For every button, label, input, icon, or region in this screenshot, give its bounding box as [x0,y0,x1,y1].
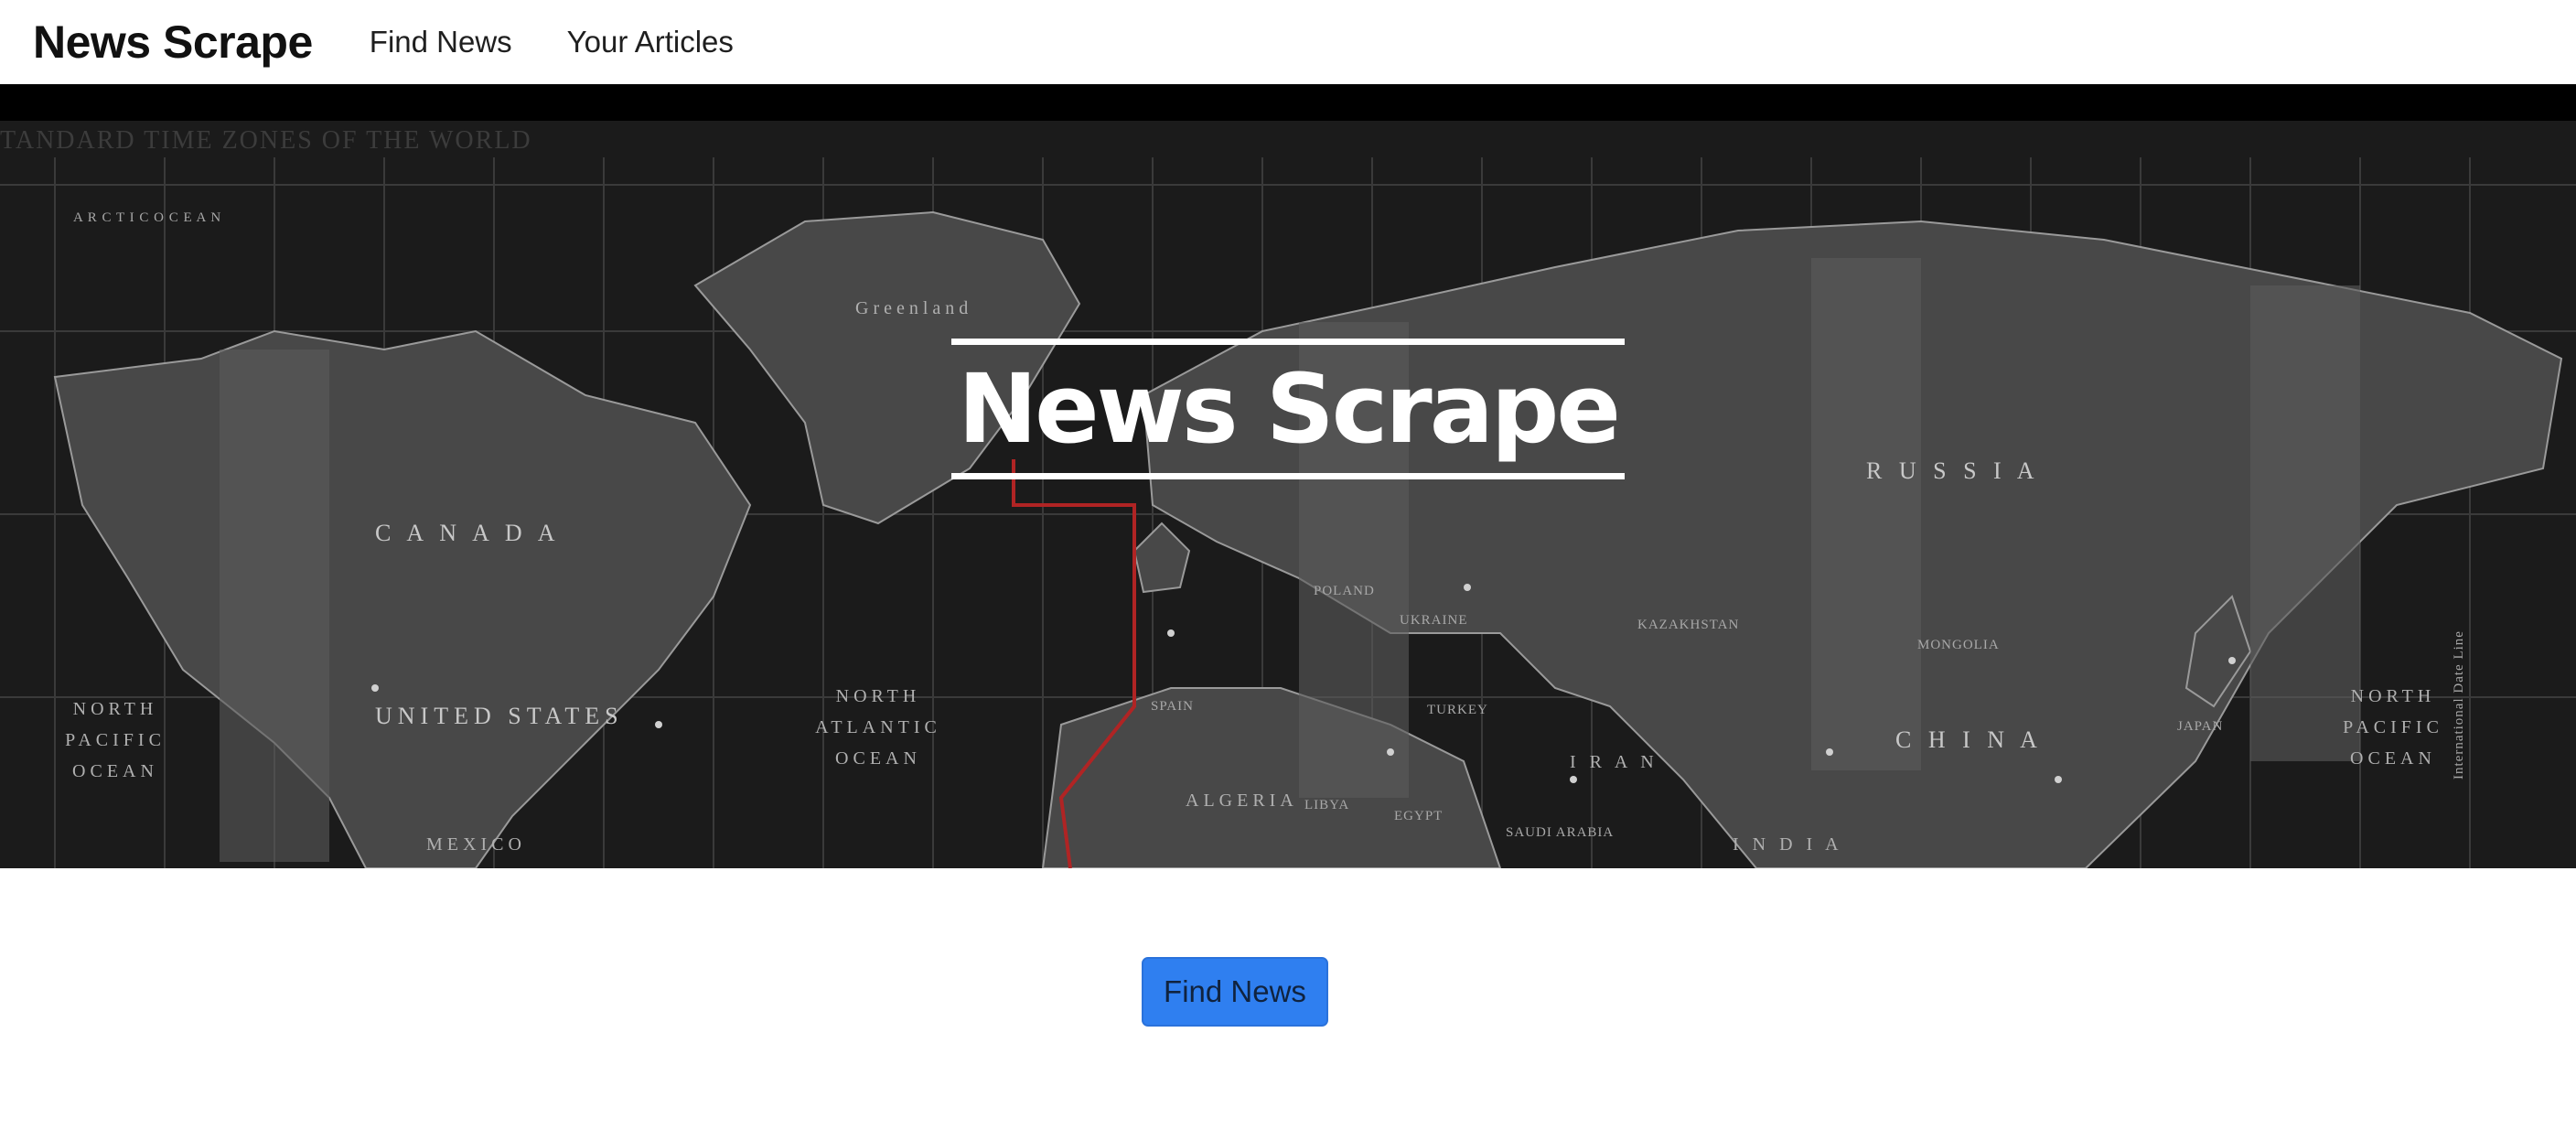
map-label-north-atlantic: NORTH ATLANTIC OCEAN [815,686,941,769]
map-label-egypt: EGYPT [1394,809,1444,823]
map-label-iran: I R A N [1570,752,1658,772]
map-label-north-pacific-right: NORTH PACIFIC OCEAN [2343,686,2443,769]
map-label-canada: C A N A D A [375,520,561,546]
map-label-united-states: UNITED STATES [375,703,624,729]
map-label-japan: JAPAN [2177,719,2224,734]
nav-link-find-news[interactable]: Find News [370,25,512,59]
map-label-greenland: Greenland [855,298,973,318]
navbar: News Scrape Find News Your Articles [0,0,2576,84]
map-label-mexico: MEXICO [426,834,526,855]
map-label-kazakhstan: KAZAKHSTAN [1637,618,1740,632]
hero-title: News Scrape [958,353,1621,465]
map-label-russia: R U S S I A [1866,457,2040,484]
map-label-india: I N D I A [1733,834,1843,855]
hero-top-strip [0,84,2576,121]
map-label-arctic-ocean: A R C T I C O C E A N [73,210,222,225]
map-label-poland: POLAND [1314,584,1375,598]
map-label-international-date-line: International Date Line [2452,630,2466,780]
map-label-north-pacific-left: NORTH PACIFIC OCEAN [65,699,166,781]
map-label-mongolia: MONGOLIA [1917,638,2000,652]
world-map-image [0,121,2576,868]
map-label-saudi-arabia: SAUDI ARABIA [1506,825,1615,840]
map-label-turkey: TURKEY [1427,703,1488,717]
map-label-algeria: ALGERIA [1186,790,1298,811]
find-news-button[interactable]: Find News [1142,957,1328,1027]
nav-link-your-articles[interactable]: Your Articles [567,25,734,59]
hero-title-frame: News Scrape [951,339,1625,479]
map-label-libya: LIBYA [1304,798,1350,812]
map-caption: TANDARD TIME ZONES OF THE WORLD [0,126,532,155]
map-label-china: C H I N A [1895,726,2043,753]
map-label-spain: SPAIN [1151,699,1194,714]
hero-banner: TANDARD TIME ZONES OF THE WORLD Greenlan… [0,84,2576,868]
brand-link[interactable]: News Scrape [33,16,313,69]
map-label-ukraine: UKRAINE [1400,613,1468,628]
